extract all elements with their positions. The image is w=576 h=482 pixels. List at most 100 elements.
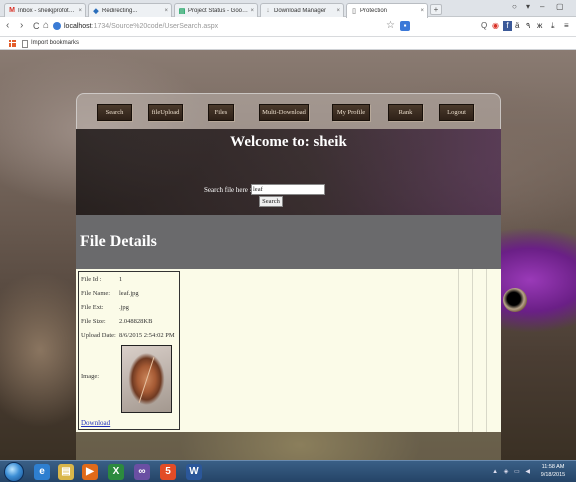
globe-icon (53, 22, 61, 30)
file-card: File Id : 1 File Name: leaf.jpg File Ext:.… (78, 271, 180, 430)
tab-title: Protection (360, 8, 388, 14)
search-button[interactable]: Search (259, 196, 283, 207)
folder-icon[interactable]: ▤ (58, 464, 74, 480)
leaf-vein (138, 357, 155, 403)
file-ext-label: File Ext: (81, 304, 104, 311)
forward-button[interactable]: › (20, 20, 23, 32)
chevron-down-icon[interactable]: ▾ (526, 2, 530, 11)
address-bar[interactable]: localhost:1734/Source%20code/UserSearch.… (64, 20, 409, 34)
new-tab-button[interactable]: + (430, 4, 442, 15)
welcome-heading: Welcome to: sheik (230, 134, 347, 150)
back-button[interactable]: ‹ (6, 20, 9, 32)
html5-icon[interactable]: 5 (160, 464, 176, 480)
tab-redirecting[interactable]: ◆ Redirecting... × (88, 3, 172, 17)
file-id-row: File Id : 1 (81, 276, 122, 283)
image-label: Image: (81, 373, 100, 380)
extension-icon[interactable]: ◉ (492, 21, 499, 31)
nav-files-button[interactable]: Files (208, 104, 234, 121)
file-name-value: leaf.jpg (119, 290, 139, 297)
apps-icon[interactable] (9, 40, 16, 47)
file-size-row: File Size: 2.048828KB (81, 318, 152, 325)
welcome-section: Welcome to: sheik Search file here : lea… (76, 129, 501, 215)
page-footer-area (76, 432, 501, 460)
bookmark-star-icon[interactable]: ☆ (386, 20, 395, 31)
reload-button[interactable]: C (33, 20, 40, 32)
web-page: Search fileUpload Files Multi-Download M… (76, 93, 501, 460)
tab-inbox[interactable]: M Inbox - sheikjprofotech@g × (4, 3, 86, 17)
extension-icon[interactable]: ж (537, 21, 542, 31)
upload-date-value: 8/6/2015 2:54:02 PM (119, 332, 175, 339)
tab-title: Download Manager (274, 7, 327, 14)
page-icon (22, 39, 28, 48)
close-icon[interactable]: × (336, 8, 340, 14)
home-button[interactable]: ⌂ (43, 20, 49, 32)
nav-multi-download-button[interactable]: Multi-Download (259, 104, 309, 121)
facebook-icon[interactable]: f (503, 21, 512, 31)
clock[interactable]: 11:58 AM 9/18/2015 (534, 463, 572, 479)
file-details-content: File Id : 1 File Name: leaf.jpg File Ext:.… (76, 269, 501, 432)
tab-title: Redirecting... (102, 7, 138, 14)
address-path: :1734/Source%20code/UserSearch.aspx (91, 23, 219, 30)
file-details-title: File Details (80, 233, 157, 250)
sheets-icon: ▤ (178, 7, 186, 15)
maximize-button[interactable]: ▢ (556, 2, 564, 11)
download-icon: ↓ (266, 7, 270, 14)
bookmark-import[interactable]: Import bookmarks (22, 37, 79, 50)
search-input[interactable]: leaf (251, 184, 325, 195)
nav-menu: Search fileUpload Files Multi-Download M… (76, 93, 501, 129)
column-divider (472, 269, 473, 432)
file-size-label: File Size: (81, 318, 106, 325)
search-label: Search file here : (204, 186, 252, 194)
file-name-label: File Name: (81, 290, 111, 297)
background-fish-eye (503, 288, 527, 312)
user-icon[interactable]: ○ (512, 2, 517, 11)
tab-download-manager[interactable]: ↓ Download Manager × (260, 3, 344, 17)
tab-title: Project Status - Google Sh (188, 7, 249, 14)
system-tray-icons[interactable]: ▲ ◈ ▭ ◀ (492, 468, 532, 475)
clock-date: 9/18/2015 (540, 472, 566, 478)
download-link[interactable]: Download (81, 419, 110, 427)
file-size-value: 2.048828KB (119, 318, 153, 325)
tab-project-status[interactable]: ▤ Project Status - Google Sh × (174, 3, 258, 17)
file-id-label: File Id : (81, 276, 102, 283)
file-id-value: 1 (119, 276, 123, 283)
word-icon[interactable]: W (186, 464, 202, 480)
minimize-button[interactable]: – (540, 2, 544, 11)
start-button[interactable] (4, 462, 24, 482)
close-icon[interactable]: × (164, 8, 168, 14)
nav-fileupload-button[interactable]: fileUpload (148, 104, 183, 121)
column-divider (486, 269, 487, 432)
ie-icon[interactable]: e (34, 464, 50, 480)
page-icon: ▯ (352, 8, 356, 15)
search-icon[interactable]: Q (481, 21, 487, 31)
nav-rank-button[interactable]: Rank (388, 104, 423, 121)
close-icon[interactable]: × (78, 8, 82, 14)
column-divider (458, 269, 459, 432)
close-icon[interactable]: × (250, 8, 254, 14)
file-ext-value: .jpg (119, 304, 129, 311)
file-details-header: File Details (76, 215, 501, 269)
extension-icon[interactable]: ٩ (526, 21, 530, 31)
extension-icon[interactable]: ▪ (400, 21, 410, 31)
page-icon: ◆ (93, 7, 99, 15)
browser-tab-strip: M Inbox - sheikjprofotech@g × ◆ Redirect… (0, 0, 576, 18)
download-icon[interactable]: ⤓ (551, 21, 555, 31)
nav-logout-button[interactable]: Logout (439, 104, 474, 121)
bookmarks-bar: Import bookmarks (0, 37, 576, 50)
tab-protection[interactable]: ▯ Protection × (346, 3, 428, 18)
extension-icon[interactable]: ä (515, 21, 519, 31)
file-ext-row: File Ext: .jpg (81, 304, 129, 311)
close-icon[interactable]: × (420, 8, 424, 14)
gmail-icon: M (9, 7, 15, 14)
clock-time: 11:58 AM (541, 464, 565, 470)
nav-search-button[interactable]: Search (97, 104, 132, 121)
media-player-icon[interactable]: ▶ (82, 464, 98, 480)
excel-icon[interactable]: X (108, 464, 124, 480)
tab-title: Inbox - sheikjprofotech@g (18, 7, 76, 14)
leaf-thumbnail-image[interactable] (121, 345, 172, 413)
nav-my-profile-button[interactable]: My Profile (332, 104, 370, 121)
browser-toolbar: ‹ › C ⌂ localhost:1734/Source%20code/Use… (0, 17, 576, 37)
bookmark-label: Import bookmarks (31, 40, 80, 46)
menu-icon[interactable]: ≡ (564, 21, 569, 31)
visual-studio-icon[interactable]: ∞ (134, 464, 150, 480)
